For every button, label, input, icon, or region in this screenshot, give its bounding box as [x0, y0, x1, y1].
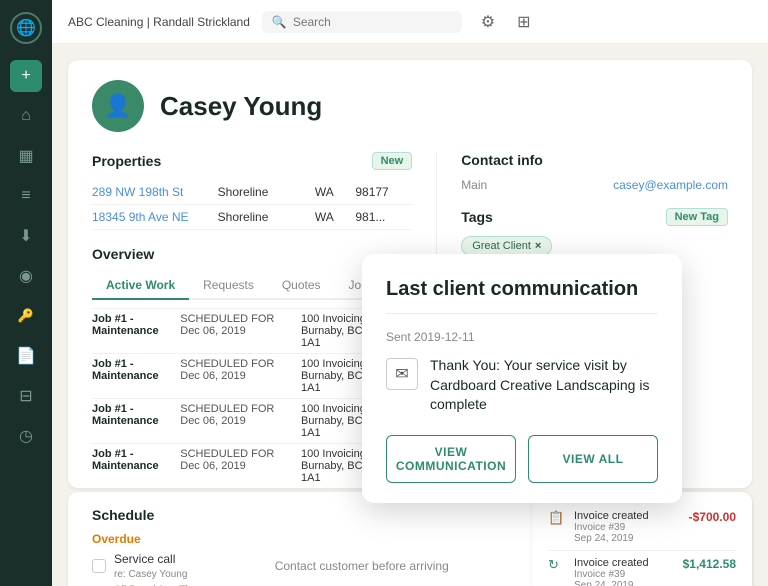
topbar: ABC Cleaning | Randall Strickland 🔍 ⚙ ⊞: [52, 0, 768, 44]
invoice-info-1: Invoice created Invoice #39Sep 24, 2019: [574, 510, 681, 544]
tag-label: Great Client: [472, 240, 531, 252]
property-state: WA: [315, 185, 343, 199]
invoice-label-1: Invoice created: [574, 510, 681, 522]
property-zip: 981...: [355, 210, 412, 224]
search-bar[interactable]: 🔍: [262, 11, 462, 33]
clock-icon: ◷: [19, 426, 33, 446]
grid-button[interactable]: ⊞: [510, 8, 538, 36]
sidebar: 🌐 + ⌂ ▦ ≡ ⬇ ◉ 🔑 📄 ⊟ ◷: [0, 0, 52, 586]
communication-popup: Last client communication Sent 2019-12-1…: [362, 254, 682, 503]
new-tag-button[interactable]: New Tag: [666, 208, 728, 226]
invoice-sub-2: Invoice #39Sep 24, 2019: [574, 569, 675, 586]
popup-divider: [386, 313, 658, 314]
list-icon: ≡: [21, 187, 30, 205]
invoice-row: 📋 Invoice created Invoice #39Sep 24, 201…: [548, 504, 736, 551]
settings-button[interactable]: ⚙: [474, 8, 502, 36]
contact-info-title: Contact info: [461, 152, 728, 168]
key-icon: 🔑: [18, 308, 34, 324]
schedule-note: Contact customer before arriving: [275, 559, 529, 573]
sidebar-item-search[interactable]: ◉: [10, 260, 42, 292]
invoice-sub-1: Invoice #39Sep 24, 2019: [574, 522, 681, 544]
sidebar-item-home[interactable]: ⌂: [10, 100, 42, 132]
invoice-row-2: ↻ Invoice created Invoice #39Sep 24, 201…: [548, 551, 736, 586]
email-icon: ✉: [386, 358, 418, 390]
topbar-actions: ⚙ ⊞: [474, 8, 538, 36]
popup-message: ✉ Thank You: Your service visit by Cardb…: [386, 356, 658, 415]
property-zip: 98177: [355, 185, 412, 199]
grid-icon: ⊞: [517, 12, 530, 32]
home-icon: ⌂: [21, 107, 31, 125]
popup-message-text: Thank You: Your service visit by Cardboa…: [430, 356, 658, 415]
sidebar-logo[interactable]: 🌐: [10, 12, 42, 44]
tag-chip: Great Client ×: [461, 236, 552, 256]
search-input[interactable]: [293, 15, 452, 29]
tags-header: Tags New Tag: [461, 208, 728, 226]
invoice-amount-2: $1,412.58: [683, 557, 736, 571]
contact-main-row: Main casey@example.com: [461, 178, 728, 192]
invoice-icon-2: ↻: [548, 557, 566, 575]
invoice-icon-1: 📋: [548, 510, 566, 528]
contact-info-section: Contact info Main casey@example.com: [461, 152, 728, 192]
schedule-title: Schedule: [92, 507, 154, 523]
popup-buttons: VIEW COMMUNICATION VIEW ALL: [386, 435, 658, 483]
schedule-checkbox[interactable]: [92, 559, 106, 573]
sidebar-item-box[interactable]: ⊟: [10, 380, 42, 412]
invoice-panel: 📋 Invoice created Invoice #39Sep 24, 201…: [532, 492, 752, 586]
properties-section: Properties New 289 NW 198th St Shoreline…: [92, 152, 412, 230]
properties-badge[interactable]: New: [372, 152, 413, 170]
globe-icon: 🌐: [16, 18, 36, 38]
sidebar-item-doc[interactable]: 📄: [10, 340, 42, 372]
search-circle-icon: ◉: [19, 266, 33, 286]
doc-icon: 📄: [16, 346, 36, 366]
property-row: 18345 9th Ave NE Shoreline WA 981...: [92, 205, 412, 230]
tab-quotes[interactable]: Quotes: [268, 272, 335, 300]
property-address[interactable]: 18345 9th Ave NE: [92, 210, 206, 224]
property-city: Shoreline: [218, 185, 303, 199]
tab-active-work[interactable]: Active Work: [92, 272, 189, 300]
client-name: Casey Young: [160, 91, 322, 122]
calendar-icon: ▦: [18, 146, 33, 166]
property-address[interactable]: 289 NW 198th St: [92, 185, 206, 199]
person-icon: 👤: [104, 93, 131, 119]
view-all-button[interactable]: VIEW ALL: [528, 435, 658, 483]
properties-header: Properties New: [92, 152, 412, 170]
sidebar-item-download[interactable]: ⬇: [10, 220, 42, 252]
download-icon: ⬇: [19, 226, 32, 246]
sidebar-item-key[interactable]: 🔑: [10, 300, 42, 332]
properties-title: Properties: [92, 153, 161, 169]
sidebar-item-list[interactable]: ≡: [10, 180, 42, 212]
contact-email[interactable]: casey@example.com: [613, 178, 728, 192]
popup-title: Last client communication: [386, 278, 658, 301]
property-city: Shoreline: [218, 210, 303, 224]
contact-main-label: Main: [461, 178, 487, 192]
invoice-label-2: Invoice created: [574, 557, 675, 569]
tags-section: Tags New Tag Great Client ×: [461, 208, 728, 256]
schedule-job: Service callre: Casey Young: [114, 552, 267, 580]
sidebar-item-calendar[interactable]: ▦: [10, 140, 42, 172]
tab-requests[interactable]: Requests: [189, 272, 268, 300]
settings-icon: ⚙: [481, 12, 495, 32]
property-row: 289 NW 198th St Shoreline WA 98177: [92, 180, 412, 205]
sidebar-item-add[interactable]: +: [10, 60, 42, 92]
invoice-info-2: Invoice created Invoice #39Sep 24, 2019: [574, 557, 675, 586]
search-icon: 🔍: [272, 15, 287, 29]
tags-title: Tags: [461, 209, 493, 225]
view-communication-button[interactable]: VIEW COMMUNICATION: [386, 435, 516, 483]
popup-sent-date: Sent 2019-12-11: [386, 330, 658, 344]
box-icon: ⊟: [19, 386, 32, 406]
invoice-amount-1: -$700.00: [689, 510, 736, 524]
tag-remove-button[interactable]: ×: [535, 240, 541, 252]
main-content: 👤 Casey Young Properties New 289 NW 198t…: [52, 44, 768, 586]
overview-label: Overview: [92, 246, 154, 262]
contact-info-label: Contact info: [461, 152, 543, 168]
client-header: 👤 Casey Young: [92, 80, 728, 132]
add-icon: +: [21, 67, 30, 85]
topbar-brand: ABC Cleaning | Randall Strickland: [68, 15, 250, 29]
property-state: WA: [315, 210, 343, 224]
sidebar-item-clock[interactable]: ◷: [10, 420, 42, 452]
avatar: 👤: [92, 80, 144, 132]
